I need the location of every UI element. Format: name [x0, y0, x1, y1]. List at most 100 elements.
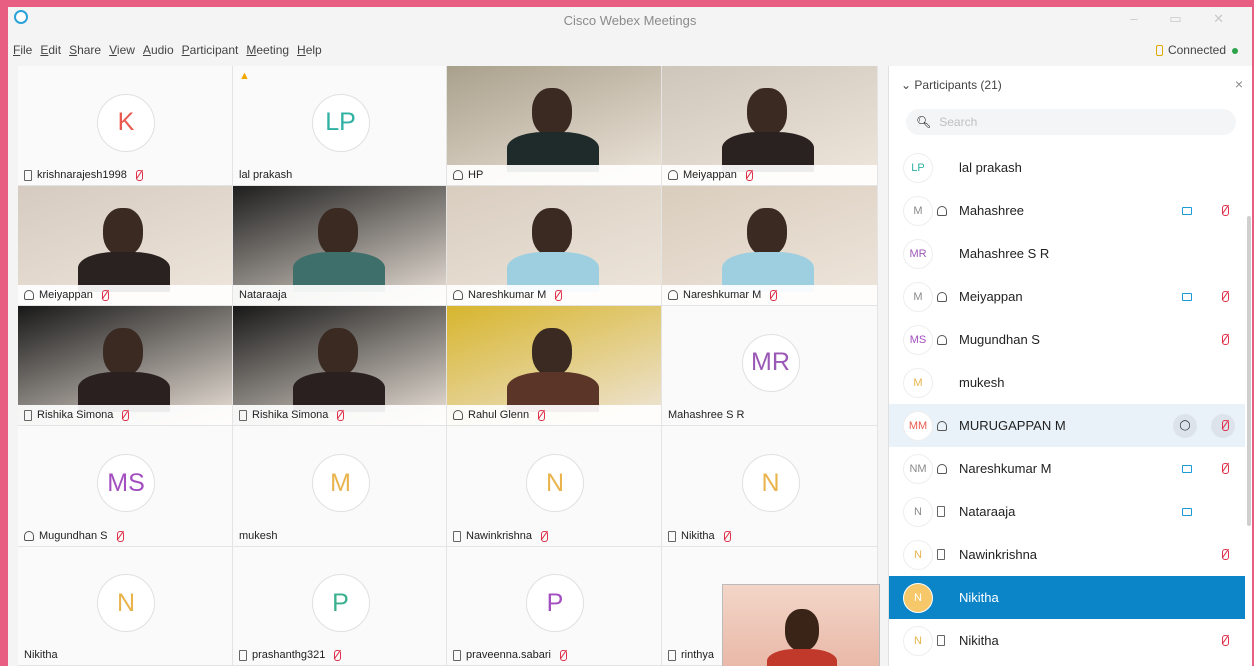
participant-tile[interactable]: Pprashanthg321: [233, 547, 447, 666]
camera-icon: [1182, 206, 1192, 215]
menu-meeting[interactable]: Meeting: [246, 43, 289, 57]
menu-share[interactable]: Share: [69, 43, 101, 57]
participants-header[interactable]: ⌄ Participants (21): [901, 78, 1002, 92]
participant-name: Nikitha: [681, 530, 715, 542]
person-head: [103, 208, 143, 256]
muted-mic-icon[interactable]: [1221, 420, 1229, 431]
menu-audio[interactable]: Audio: [143, 43, 174, 57]
search-input[interactable]: [937, 114, 1222, 130]
participant-row[interactable]: M Meiyappan: [889, 275, 1245, 318]
menu-file[interactable]: File: [13, 43, 32, 57]
participant-row[interactable]: N Nataraaja: [889, 490, 1245, 533]
close-icon[interactable]: ×: [1235, 76, 1243, 92]
participant-tile[interactable]: MS Mugundhan S: [18, 426, 233, 547]
muted-mic-icon[interactable]: [1222, 635, 1229, 646]
participant-tile[interactable]: Nareshkumar M: [447, 186, 662, 306]
scrollbar[interactable]: [1247, 216, 1251, 526]
muted-mic-icon[interactable]: [1222, 205, 1229, 216]
tile-label: Rahul Glenn: [447, 405, 661, 425]
headset-icon: [668, 290, 678, 300]
muted-mic-icon[interactable]: [334, 649, 342, 661]
muted-mic-icon[interactable]: [538, 409, 546, 421]
participant-tile[interactable]: N Nikitha: [18, 547, 233, 666]
participant-row[interactable]: MR Mahashree S R: [889, 232, 1245, 275]
muted-mic-icon[interactable]: [770, 289, 778, 301]
avatar: M: [903, 281, 933, 312]
person-head: [318, 208, 358, 256]
participant-tile[interactable]: Nataraaja: [233, 186, 447, 306]
participant-row[interactable]: N Nikitha: [889, 576, 1245, 619]
phone-icon: [937, 506, 945, 517]
muted-mic-icon[interactable]: [116, 530, 124, 542]
participant-row[interactable]: M Mahashree: [889, 189, 1245, 232]
camera-icon: [1182, 292, 1192, 301]
participant-tile[interactable]: Kkrishnarajesh1998: [18, 66, 233, 186]
avatar: MS: [903, 324, 933, 355]
menu-edit[interactable]: Edit: [40, 43, 61, 57]
muted-mic-icon[interactable]: [745, 169, 753, 181]
participant-name: Mugundhan S: [39, 530, 108, 542]
avatar: M: [903, 195, 933, 226]
participant-row[interactable]: MS Mugundhan S: [889, 318, 1245, 361]
muted-mic-icon[interactable]: [555, 289, 563, 301]
muted-mic-icon[interactable]: [122, 409, 130, 421]
participant-row[interactable]: N Nikitha: [889, 619, 1245, 662]
avatar: N: [903, 582, 933, 613]
participant-tile[interactable]: MR Mahashree S R: [662, 306, 878, 426]
participant-name: HP: [468, 169, 484, 181]
participant-name: Meiyappan: [959, 289, 1023, 304]
avatar: LP: [311, 93, 370, 152]
muted-mic-icon[interactable]: [1222, 463, 1229, 474]
self-view-video[interactable]: [722, 584, 880, 666]
participant-tile[interactable]: Ppraveenna.sabari: [447, 547, 662, 666]
participant-tile[interactable]: Rishika Simona: [233, 306, 447, 426]
tile-label: Meiyappan: [662, 165, 877, 185]
menu-participant[interactable]: Participant: [182, 43, 239, 57]
participant-tile[interactable]: Nareshkumar M: [662, 186, 878, 306]
mute-toggle-button[interactable]: [1211, 413, 1235, 438]
headset-icon: [24, 531, 34, 541]
muted-mic-icon[interactable]: [1222, 291, 1229, 302]
participant-tile[interactable]: N Nawinkrishna: [447, 426, 662, 547]
participant-row[interactable]: LP lal prakash: [889, 146, 1245, 189]
participant-row[interactable]: N Nawinkrishna: [889, 533, 1245, 576]
person-head: [532, 208, 572, 256]
participant-tile[interactable]: Meiyappan: [662, 66, 878, 186]
muted-mic-icon[interactable]: [541, 530, 549, 542]
muted-mic-icon[interactable]: [560, 649, 568, 661]
chat-button[interactable]: ◯: [1173, 413, 1197, 438]
connection-status: Connected: [1155, 43, 1238, 57]
headset-icon: [453, 170, 463, 180]
menu-help[interactable]: Help: [297, 43, 322, 57]
participant-tile[interactable]: Meiyappan: [18, 186, 233, 306]
participant-name: lal prakash: [239, 169, 293, 181]
participant-row[interactable]: MM MURUGAPPAN M ◯: [889, 404, 1245, 447]
tile-label: Rishika Simona: [18, 405, 232, 425]
participant-row[interactable]: Mmukesh: [889, 361, 1245, 404]
window-controls[interactable]: – ▭ ✕: [1130, 11, 1238, 27]
participant-row[interactable]: NM Nareshkumar M: [889, 447, 1245, 490]
phone-icon: [668, 649, 676, 661]
tile-label: Nareshkumar M: [447, 285, 661, 305]
participant-tile[interactable]: N Nikitha: [662, 426, 878, 547]
participant-name: Nawinkrishna: [959, 547, 1038, 562]
participant-tile[interactable]: LP ▲ lal prakash: [233, 66, 447, 186]
muted-mic-icon[interactable]: [1222, 334, 1229, 345]
participant-tile[interactable]: Rishika Simona: [18, 306, 233, 426]
menu-view[interactable]: View: [109, 43, 135, 57]
participant-tile[interactable]: Rahul Glenn: [447, 306, 662, 426]
muted-mic-icon[interactable]: [1222, 549, 1229, 560]
headset-icon: [937, 463, 947, 474]
muted-mic-icon[interactable]: [723, 530, 731, 542]
muted-mic-icon[interactable]: [101, 289, 109, 301]
participant-tile[interactable]: Mmukesh: [233, 426, 447, 547]
participant-name: prashanthg321: [252, 649, 326, 661]
participant-name: Mugundhan S: [959, 332, 1040, 347]
webex-window: Cisco Webex Meetings – ▭ ✕ File Edit Share…: [8, 7, 1252, 666]
muted-mic-icon[interactable]: [135, 169, 143, 181]
muted-mic-icon[interactable]: [337, 409, 345, 421]
participant-tile[interactable]: HP: [447, 66, 662, 186]
participant-name: Rahul Glenn: [468, 409, 530, 421]
participant-name: Nikitha: [24, 649, 58, 661]
participants-title: Participants (21): [914, 78, 1002, 92]
